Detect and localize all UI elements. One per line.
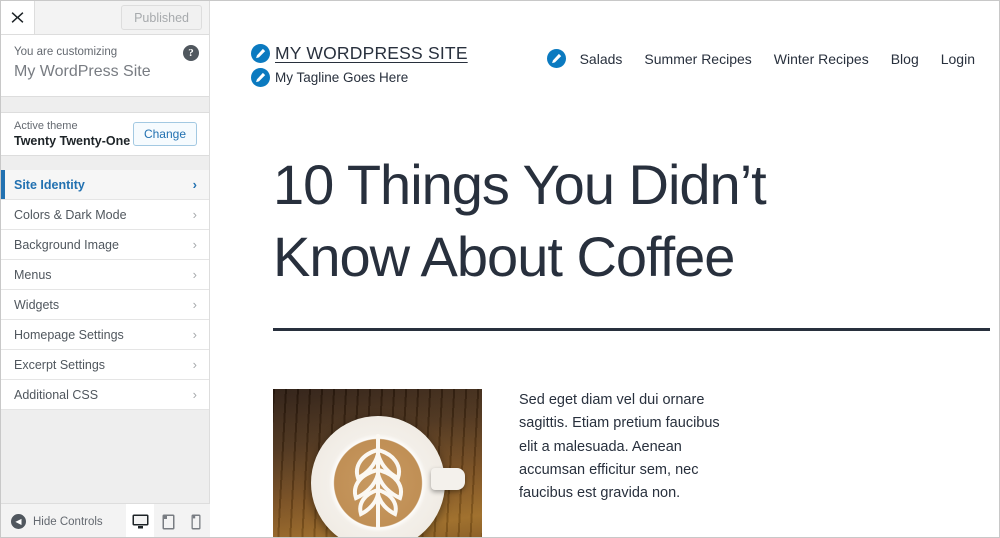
- site-preview-frame[interactable]: MY WORDPRESS SITE My Tagline Goes Here S…: [211, 1, 999, 537]
- sidebar-gap-2: [1, 156, 209, 170]
- sidebar-item-additional-css[interactable]: Additional CSS ›: [1, 380, 209, 410]
- pencil-edit-icon[interactable]: [251, 68, 270, 87]
- customizer-topbar: Published: [1, 1, 209, 35]
- chevron-right-icon: ›: [192, 267, 197, 282]
- post-content: 10 Things You Didn’t Know About Coffee S…: [211, 149, 999, 537]
- nav-item-winter-recipes[interactable]: Winter Recipes: [774, 51, 869, 67]
- site-header: MY WORDPRESS SITE My Tagline Goes Here S…: [211, 1, 999, 87]
- sidebar-item-background-image[interactable]: Background Image ›: [1, 230, 209, 260]
- nav-item-login[interactable]: Login: [941, 51, 975, 67]
- chevron-right-icon: ›: [192, 297, 197, 312]
- help-icon[interactable]: ?: [183, 45, 199, 61]
- cup-handle: [431, 468, 465, 490]
- customizer-panel-list: Site Identity › Colors & Dark Mode › Bac…: [1, 170, 209, 410]
- sidebar-item-label: Excerpt Settings: [14, 357, 106, 372]
- site-branding: MY WORDPRESS SITE My Tagline Goes Here: [251, 43, 468, 87]
- nav-list: Salads Summer Recipes Winter Recipes Blo…: [580, 51, 975, 67]
- post-body: Sed eget diam vel dui ornare sagittis. E…: [273, 389, 995, 537]
- device-tablet-button[interactable]: [154, 504, 182, 537]
- device-mobile-button[interactable]: [182, 504, 210, 537]
- customizer-window: Published You are customizing My WordPre…: [0, 0, 1000, 538]
- chevron-right-icon: ›: [192, 237, 197, 252]
- customizing-site-name: My WordPress Site: [14, 63, 151, 80]
- sidebar-item-excerpt-settings[interactable]: Excerpt Settings ›: [1, 350, 209, 380]
- sidebar-item-colors-dark-mode[interactable]: Colors & Dark Mode ›: [1, 200, 209, 230]
- active-theme-label: Active theme: [14, 120, 78, 132]
- device-desktop-button[interactable]: [126, 504, 154, 537]
- sidebar-item-label: Colors & Dark Mode: [14, 207, 127, 222]
- chevron-right-icon: ›: [192, 177, 197, 192]
- close-icon: [11, 11, 24, 24]
- desktop-icon: [132, 514, 149, 529]
- post-paragraph: Sed eget diam vel dui ornare sagittis. E…: [519, 392, 720, 502]
- primary-navigation: Salads Summer Recipes Winter Recipes Blo…: [546, 43, 975, 68]
- chevron-right-icon: ›: [192, 327, 197, 342]
- site-tagline-row: My Tagline Goes Here: [251, 68, 468, 87]
- nav-item-summer-recipes[interactable]: Summer Recipes: [644, 51, 751, 67]
- site-title-row: MY WORDPRESS SITE: [251, 43, 468, 64]
- sidebar-item-label: Homepage Settings: [14, 327, 124, 342]
- hide-controls-label: Hide Controls: [33, 515, 103, 528]
- collapse-arrow-icon: ◀: [11, 514, 26, 529]
- sidebar-item-menus[interactable]: Menus ›: [1, 260, 209, 290]
- hide-controls-button[interactable]: ◀ Hide Controls: [1, 514, 126, 529]
- mobile-icon: [191, 514, 201, 530]
- sidebar-item-widgets[interactable]: Widgets ›: [1, 290, 209, 320]
- nav-item-salads[interactable]: Salads: [580, 51, 623, 67]
- customizing-kicker: You are customizing: [14, 46, 118, 58]
- close-customizer-button[interactable]: [1, 1, 35, 34]
- sidebar-item-site-identity[interactable]: Site Identity ›: [1, 170, 209, 200]
- site-tagline-text: My Tagline Goes Here: [275, 70, 409, 85]
- tablet-icon: [162, 514, 175, 530]
- active-theme-row: Active theme Twenty Twenty-One Change: [1, 112, 209, 156]
- active-theme-name: Twenty Twenty-One: [14, 134, 131, 148]
- sidebar-item-label: Site Identity: [14, 177, 85, 192]
- chevron-right-icon: ›: [192, 207, 197, 222]
- sidebar-item-label: Additional CSS: [14, 387, 99, 402]
- latte-cup-photo: [273, 389, 482, 537]
- change-theme-button[interactable]: Change: [132, 122, 197, 146]
- chevron-right-icon: ›: [192, 387, 197, 402]
- sidebar-item-label: Widgets: [14, 297, 60, 312]
- site-title-link[interactable]: MY WORDPRESS SITE: [275, 43, 468, 64]
- sidebar-item-homepage-settings[interactable]: Homepage Settings ›: [1, 320, 209, 350]
- nav-item-blog[interactable]: Blog: [891, 51, 919, 67]
- device-preview-switcher: [126, 504, 210, 537]
- pencil-edit-icon[interactable]: [546, 49, 566, 68]
- customizer-sidebar: Published You are customizing My WordPre…: [1, 1, 210, 537]
- publish-button[interactable]: Published: [121, 5, 202, 30]
- chevron-right-icon: ›: [192, 357, 197, 372]
- customizer-header: You are customizing My WordPress Site ?: [1, 35, 209, 97]
- customizer-footer: ◀ Hide Controls: [1, 503, 210, 537]
- sidebar-item-label: Background Image: [14, 237, 119, 252]
- pencil-edit-icon[interactable]: [251, 44, 270, 63]
- sidebar-gap: [1, 97, 209, 112]
- sidebar-item-label: Menus: [14, 267, 52, 282]
- active-theme-text: Active theme Twenty Twenty-One: [14, 119, 133, 149]
- latte-art: [352, 433, 403, 530]
- post-title: 10 Things You Didn’t Know About Coffee: [273, 153, 767, 288]
- post-divider: [273, 328, 990, 331]
